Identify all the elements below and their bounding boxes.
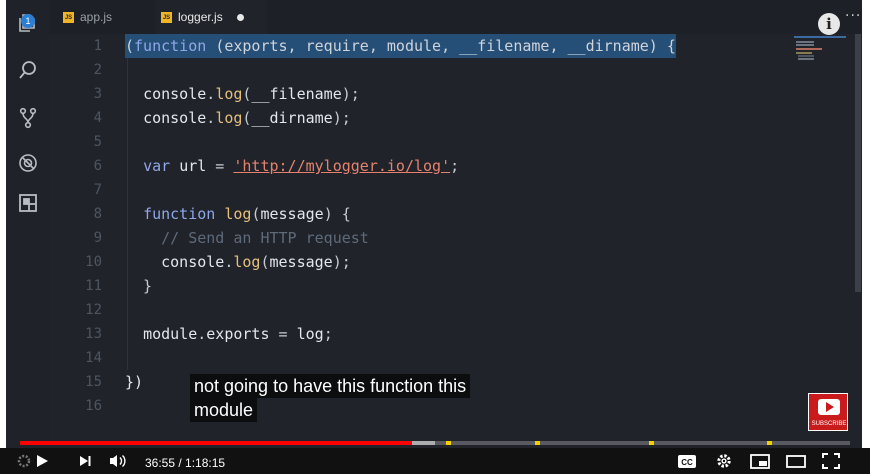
volume-icon[interactable] [108, 453, 128, 469]
line-number: 13 [85, 326, 102, 342]
code-text: } [125, 277, 153, 295]
svg-text:CC: CC [681, 458, 693, 467]
code-text: module.exports = log; [143, 325, 333, 343]
code-line: 1 (function (exports, require, module, _… [49, 34, 854, 58]
tab-app-js[interactable]: JS app.js [57, 0, 149, 34]
video-frame: 1 JS app.js JS logger.js i ··· 1 (functi… [0, 0, 870, 474]
code-text: (function (exports, require, module, __f… [125, 34, 676, 58]
code-line: 3 console.log(__filename); [49, 82, 854, 106]
line-number: 12 [85, 302, 102, 318]
code-line: 14 [49, 346, 854, 370]
code-text: }) [125, 373, 144, 391]
line-number: 3 [93, 86, 102, 102]
line-number: 16 [85, 398, 102, 414]
miniplayer-icon[interactable] [750, 454, 770, 469]
progress-bar[interactable] [20, 441, 850, 445]
code-text: console.log(message); [161, 253, 351, 271]
editor-scrollbar[interactable] [855, 34, 861, 292]
code-line: 9 // Send an HTTP request [49, 226, 854, 250]
code-comment: // Send an HTTP request [125, 229, 369, 247]
tab-label: logger.js [178, 10, 223, 24]
code-line: 7 [49, 178, 854, 202]
line-number: 11 [85, 278, 102, 294]
code-text: var url = 'http://mylogger.io/log'; [143, 157, 460, 175]
code-line: 4 console.log(__dirname); [49, 106, 854, 130]
theater-mode-icon[interactable] [786, 454, 806, 469]
line-number: 9 [93, 230, 102, 246]
subscribe-label: SUBSCRIBE [811, 421, 847, 427]
code-text: console.log(__filename); [143, 85, 360, 103]
editor-tabs: JS app.js JS logger.js [49, 0, 862, 34]
line-number: 6 [93, 158, 102, 174]
tab-label: app.js [80, 10, 113, 24]
code-line: 12 [49, 298, 854, 322]
git-branch-icon[interactable] [17, 107, 39, 129]
js-icon: JS [63, 11, 74, 23]
line-number: 14 [85, 350, 102, 366]
line-number: 7 [93, 182, 102, 198]
code-line: 10 console.log(message); [49, 250, 854, 274]
time-display: 36:55 / 1:18:15 [145, 456, 226, 470]
tab-logger-js[interactable]: JS logger.js [155, 0, 267, 34]
explorer-badge: 1 [21, 14, 35, 28]
line-number: 15 [85, 374, 102, 390]
progress-chapter-marker [445, 441, 451, 445]
code-line: 8 function log(message) { [49, 202, 854, 226]
settings-gear-faded-icon [16, 453, 32, 469]
code-text: console.log(__dirname); [143, 109, 351, 127]
caption-line-2: module [190, 398, 258, 422]
subscribe-button[interactable]: SUBSCRIBE [808, 393, 848, 431]
js-icon: JS [161, 11, 172, 23]
line-number: 4 [93, 110, 102, 126]
line-number: 5 [93, 134, 102, 150]
more-actions-icon[interactable]: ··· [845, 8, 861, 24]
search-icon[interactable] [17, 59, 39, 81]
activity-bar: 1 [6, 0, 49, 440]
info-icon[interactable]: i [818, 13, 840, 35]
play-icon[interactable] [34, 453, 50, 469]
progress-chapter-marker [767, 441, 772, 445]
code-line: 6 var url = 'http://mylogger.io/log'; [49, 154, 854, 178]
captions-button[interactable]: CC [678, 455, 696, 468]
progress-chapter-marker [649, 441, 655, 445]
player-controls: 36:55 / 1:18:15 CC [0, 448, 870, 474]
minimap[interactable] [794, 36, 850, 66]
line-number: 2 [93, 62, 102, 78]
progress-chapter-marker [534, 441, 540, 445]
fullscreen-icon[interactable] [822, 453, 840, 469]
extensions-icon[interactable] [17, 192, 39, 214]
line-number: 8 [93, 206, 102, 222]
youtube-play-icon [818, 399, 840, 415]
code-line: 13 module.exports = log; [49, 322, 854, 346]
bug-icon[interactable] [17, 152, 39, 174]
next-icon[interactable] [78, 454, 92, 468]
line-number: 10 [85, 254, 102, 270]
video-caption: not going to have this function this mod… [190, 374, 471, 422]
settings-icon[interactable] [716, 453, 732, 469]
code-text: function log(message) { [143, 205, 351, 223]
progress-played [20, 441, 412, 445]
code-line: 2 [49, 58, 854, 82]
caption-line-1: not going to have this function this [190, 374, 471, 398]
unsaved-dot-icon[interactable] [236, 13, 244, 21]
code-line: 5 [49, 130, 854, 154]
code-line: 11 } [49, 274, 854, 298]
line-number: 1 [93, 38, 102, 54]
